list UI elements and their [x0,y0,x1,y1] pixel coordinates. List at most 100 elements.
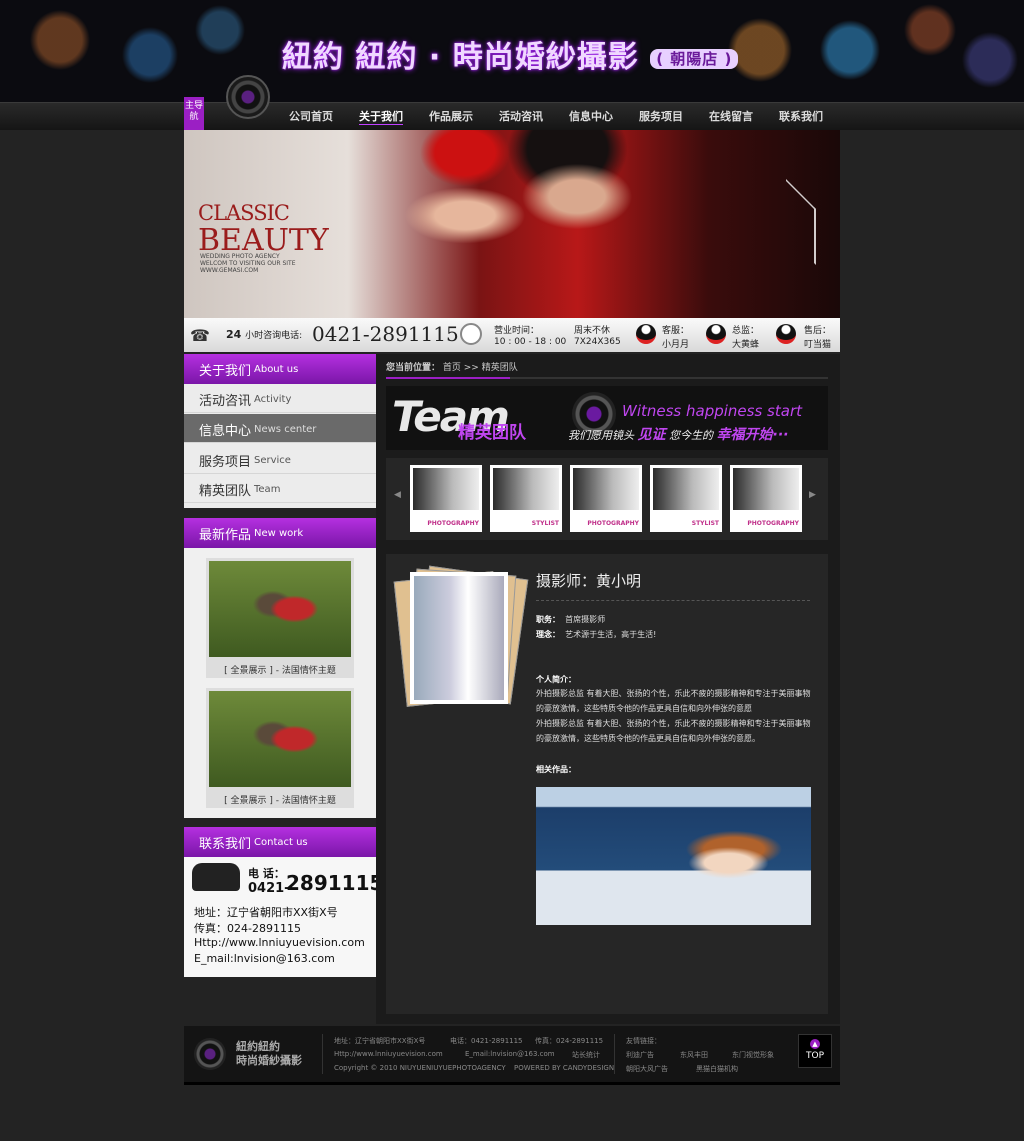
slogan-highlight: 幸福开始··· [716,427,789,443]
sidebar-item-team[interactable]: 精英团队 Team [184,474,376,503]
nav-contact[interactable]: 联系我们 [779,108,823,126]
supervisor-name[interactable]: 大黄蜂 [732,337,759,350]
banner-sub-2: WELCOM TO VISITING OUR SITE [200,260,296,267]
slogan-part: 我们愿用镜头 [568,429,634,442]
about-head-en: About us [254,364,299,375]
sidebar-item-sublabel: News center [254,424,317,435]
about-menu: 活动咨讯 Activity 信息中心 News center 服务项目 Serv… [184,384,376,508]
thumb-photo[interactable] [413,468,479,510]
back-to-top-button[interactable]: ▲ TOP [798,1034,832,1068]
banner-sub-3: WWW.GEMASI.COM [200,267,259,274]
weekend-value: 7X24X365 [574,337,621,347]
phone-icon: ☎ [190,326,210,345]
related-works-label: 相关作品： [536,764,576,775]
sidebar-item-sublabel: Activity [254,394,292,405]
work-card[interactable]: [ 全景展示 ] - 法国情怀主题 [206,558,354,678]
footer-link[interactable]: 利迪广告 [626,1050,654,1060]
cs-name[interactable]: 小月月 [662,337,689,350]
nav-home[interactable]: 公司首页 [289,108,333,126]
thumb-photo[interactable] [653,468,719,510]
intro-paragraph: 外拍摄影总监 有着大胆、张扬的个性，乐此不疲的摄影精神和专注于美丽事物的豪放激情… [536,719,811,743]
tel-area-code: 0421- [248,881,290,896]
sidebar-item-service[interactable]: 服务项目 Service [184,445,376,474]
nav-works[interactable]: 作品展示 [429,108,473,126]
photographer-name: 摄影师：黄小明 [536,572,642,590]
contact-email[interactable]: E_mail:lnvision@163.com [194,952,335,965]
breadcrumb-accent [386,377,510,379]
nav-activity[interactable]: 活动咨讯 [499,108,543,126]
cs-label: 客服： [662,326,690,336]
footer-website[interactable]: Http://www.lnniuyuevision.com [334,1050,443,1058]
team-thumb[interactable]: STYLIST [490,465,562,532]
contact-address: 地址：辽宁省朝阳市XX街X号 [194,906,338,919]
clock-icon [460,323,482,345]
work-thumbnail[interactable] [209,691,351,787]
footer-link[interactable]: 黑猫白猫机构 [696,1064,738,1074]
motto-label: 理念： [536,630,560,639]
footer-logo-line-2: 時尚婚紗攝影 [236,1054,302,1067]
carousel-prev-icon[interactable]: ◀ [394,490,406,504]
footer-link[interactable]: 朝阳大风广告 [626,1064,668,1074]
thumb-photo[interactable] [493,468,559,510]
banner-subtitle: WEDDING PHOTO AGENCY WELCOM TO VISITING … [200,253,296,274]
hero-banner: CLASSIC BEAUTY WEDDING PHOTO AGENCY WELC… [184,130,840,320]
team-thumb[interactable]: PHOTOGRAPHY [410,465,482,532]
work-caption[interactable]: [ 全景展示 ] - 法国情怀主题 [209,793,351,806]
sidebar-item-label: 精英团队 [199,484,252,499]
hours-label: 营业时间： [494,326,540,336]
profile-motto: 理念： 艺术源于生活，高于生活! [536,629,656,640]
thumb-photo[interactable] [733,468,799,510]
thumb-photo[interactable] [573,468,639,510]
footer-email[interactable]: E_mail:lnvision@163.com [465,1050,555,1058]
hotline-label-text: 小时咨询电话: [245,331,303,341]
nav-news[interactable]: 信息中心 [569,108,613,126]
site-title: 紐約 紐約 · 時尚婚紗攝影 ( 朝陽店 ) [282,32,782,75]
sidebar-item-activity[interactable]: 活动咨讯 Activity [184,384,376,413]
footer-camera-icon [194,1038,226,1070]
footer-copyright: Copyright © 2010 NIUYUENIUYUEPHOTOAGENCY [334,1064,506,1072]
qq-icon[interactable] [706,324,726,344]
footer-powered: POWERED BY CANDYDESIGN [514,1064,615,1072]
site-title-text: 紐約 紐約 · 時尚婚紗攝影 [282,40,639,75]
aftersale-name[interactable]: 叮当猫 [804,337,831,350]
contact-website[interactable]: Http://www.lnniuyuevision.com [194,936,365,949]
nav-message[interactable]: 在线留言 [709,108,753,126]
nav-about[interactable]: 关于我们 [359,108,403,126]
intro-label-text: 个人简介： [536,675,576,684]
carousel-next-icon[interactable]: ▶ [809,490,821,504]
profile-photo [410,572,508,704]
profile-role: 职务： 首席摄影师 [536,614,605,625]
role-value: 首席摄影师 [565,615,606,624]
banner-headline-2: BEAUTY [198,223,329,258]
qq-icon[interactable] [636,324,656,344]
work-card[interactable]: [ 全景展示 ] - 法国情怀主题 [206,688,354,808]
thumb-label: PHOTOGRAPHY [427,520,479,527]
aftersale-label: 售后： [804,326,832,336]
new-work-section-header: 最新作品 New work [184,518,376,548]
sidebar-item-news[interactable]: 信息中心 News center [184,414,376,443]
contact-head-cn: 联系我们 [199,837,252,852]
nav-service[interactable]: 服务项目 [639,108,683,126]
contact-section-header: 联系我们 Contact us [184,827,376,857]
new-work-list: [ 全景展示 ] - 法国情怀主题 [ 全景展示 ] - 法国情怀主题 [184,548,376,818]
team-thumb[interactable]: PHOTOGRAPHY [570,465,642,532]
slogan-highlight: 见证 [637,427,666,443]
team-thumb[interactable]: PHOTOGRAPHY [730,465,802,532]
team-thumb[interactable]: STYLIST [650,465,722,532]
related-work-photo[interactable] [536,787,811,925]
work-thumbnail[interactable] [209,561,351,657]
footer-stats-link[interactable]: 站长统计 [572,1050,600,1060]
new-head-cn: 最新作品 [199,528,252,543]
weekend-label: 周末不休 [574,326,611,336]
qq-icon[interactable] [776,324,796,344]
hotline-prefix: 24 [226,328,242,341]
contact-head-en: Contact us [254,837,308,848]
footer-tel: 电话：0421-2891115 [450,1037,523,1045]
banner-next-arrow-icon[interactable] [786,179,816,265]
breadcrumb-path[interactable]: 首页 >> 精英团队 [443,363,518,373]
footer-link[interactable]: 东门视觉形象 [732,1050,774,1060]
work-caption[interactable]: [ 全景展示 ] - 法国情怀主题 [209,663,351,676]
branch-label: ( 朝陽店 ) [650,49,739,69]
footer-link[interactable]: 东风丰田 [680,1050,708,1060]
thumb-label: PHOTOGRAPHY [587,520,639,527]
